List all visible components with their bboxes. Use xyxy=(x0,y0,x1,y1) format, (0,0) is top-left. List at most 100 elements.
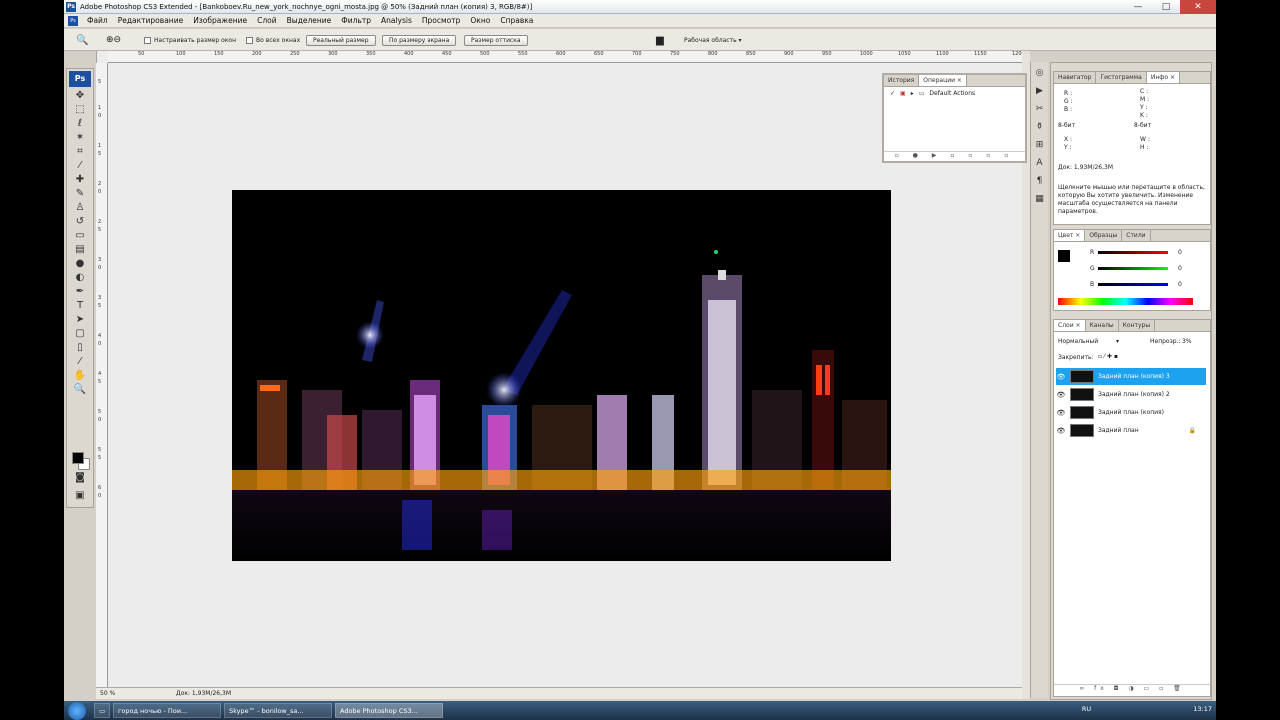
eyedropper-tool-icon[interactable]: ⁄ xyxy=(71,355,89,369)
menu-filter[interactable]: Фильтр xyxy=(336,16,376,25)
minimize-button[interactable]: — xyxy=(1124,0,1152,14)
slice-tool-icon[interactable]: ⁄ xyxy=(71,159,89,173)
foreground-color-swatch[interactable] xyxy=(72,452,84,464)
tab-histogram[interactable]: Гистограмма xyxy=(1096,72,1147,83)
marquee-tool-icon[interactable]: ⬚ xyxy=(71,103,89,117)
color-b-value[interactable]: 0 xyxy=(1178,281,1182,288)
quick-mask-icon[interactable]: ◙ xyxy=(71,471,89,485)
menu-image[interactable]: Изображение xyxy=(188,16,252,25)
layer-name[interactable]: Задний план (копия) 2 xyxy=(1098,391,1170,398)
stamp-tool-icon[interactable]: ♙ xyxy=(71,201,89,215)
print-size-button[interactable]: Размер оттиска xyxy=(464,34,528,46)
tab-paths[interactable]: Контуры xyxy=(1119,320,1156,331)
tab-styles[interactable]: Стили xyxy=(1122,230,1151,241)
taskbar-skype[interactable]: Skype™ - bonilow_sa... xyxy=(224,703,332,718)
menu-layer[interactable]: Слой xyxy=(252,16,282,25)
eye-icon[interactable]: 👁 xyxy=(1056,409,1066,417)
menu-help[interactable]: Справка xyxy=(495,16,538,25)
all-windows-checkbox[interactable] xyxy=(246,36,253,44)
tab-color[interactable]: Цвет × xyxy=(1054,230,1086,241)
tab-info[interactable]: Инфо × xyxy=(1146,72,1180,83)
app-menu-icon[interactable]: Ps xyxy=(68,15,78,26)
magic-wand-tool-icon[interactable]: ✶ xyxy=(71,131,89,145)
maximize-button[interactable]: □ xyxy=(1152,0,1180,14)
layer-name[interactable]: Задний план (копия) xyxy=(1098,409,1164,416)
opacity-value[interactable]: 3% xyxy=(1182,338,1192,345)
color-g-slider[interactable] xyxy=(1098,267,1168,270)
layer-row[interactable]: 👁 Задний план (копия) 2 xyxy=(1056,386,1206,403)
layer-comps-panel-icon[interactable]: ▦ xyxy=(1033,192,1047,206)
gradient-tool-icon[interactable]: ▤ xyxy=(71,243,89,257)
menu-analysis[interactable]: Analysis xyxy=(376,16,417,25)
layer-name[interactable]: Задний план xyxy=(1098,427,1139,434)
close-button[interactable]: ✕ xyxy=(1180,0,1216,14)
menu-file[interactable]: Файл xyxy=(82,16,113,25)
language-indicator[interactable]: RU xyxy=(1082,705,1091,713)
tab-layers[interactable]: Слои × xyxy=(1054,320,1086,331)
zoom-tool-icon[interactable]: 🔍 xyxy=(76,34,88,46)
eye-icon[interactable]: 👁 xyxy=(1056,373,1066,381)
dodge-tool-icon[interactable]: ◐ xyxy=(71,271,89,285)
menu-view[interactable]: Просмотр xyxy=(417,16,466,25)
brush-tool-icon[interactable]: ✎ xyxy=(71,187,89,201)
layers-toolbar[interactable]: ∞ fx ◘ ◑ ▭ ▫ 🗑 xyxy=(1054,684,1210,696)
show-desktop-icon[interactable]: ▭ xyxy=(94,703,110,718)
tab-history[interactable]: История xyxy=(884,75,920,86)
workspace-dropdown[interactable]: Рабочая область ▾ xyxy=(684,37,742,44)
history-brush-tool-icon[interactable]: ↺ xyxy=(71,215,89,229)
actions-set-name[interactable]: Default Actions xyxy=(929,90,975,97)
history-panel-icon[interactable]: ▶ xyxy=(1033,84,1047,98)
color-spectrum[interactable] xyxy=(1058,298,1193,305)
tab-swatches[interactable]: Образцы xyxy=(1085,230,1123,241)
start-button[interactable] xyxy=(68,701,86,720)
blend-mode-arrow-icon[interactable]: ▾ xyxy=(1116,338,1119,345)
lock-options-icon[interactable]: ▫ ⁄ ✚ ▪ xyxy=(1098,353,1118,360)
menu-window[interactable]: Окно xyxy=(465,16,495,25)
fg-color-chip[interactable] xyxy=(1058,250,1070,262)
path-select-tool-icon[interactable]: ➤ xyxy=(71,313,89,327)
dialog-toggle-icon[interactable]: ▣ xyxy=(900,90,906,97)
crop-tool-icon[interactable]: ⌗ xyxy=(71,145,89,159)
expand-icon[interactable]: ▸ xyxy=(911,90,914,97)
shape-tool-icon[interactable]: ▢ xyxy=(71,327,89,341)
eye-icon[interactable]: 👁 xyxy=(1056,427,1066,435)
tab-navigator[interactable]: Навигатор xyxy=(1054,72,1097,83)
layer-row[interactable]: 👁 Задний план 🔒 xyxy=(1056,422,1206,439)
zoom-level[interactable]: 50 % xyxy=(100,690,115,697)
check-icon[interactable]: ✓ xyxy=(890,90,895,97)
layer-name[interactable]: Задний план (копия) 3 xyxy=(1098,373,1170,380)
layer-row[interactable]: 👁 Задний план (копия) 3 xyxy=(1056,368,1206,385)
lasso-tool-icon[interactable]: ℓ xyxy=(71,117,89,131)
doc-size[interactable]: Док: 1,93М/26,3М xyxy=(176,690,231,697)
image-canvas[interactable] xyxy=(232,190,891,561)
healing-tool-icon[interactable]: ✚ xyxy=(71,173,89,187)
navigator-panel-icon[interactable]: ◎ xyxy=(1033,66,1047,80)
clone-source-panel-icon[interactable]: ⚱ xyxy=(1033,120,1047,134)
layer-row[interactable]: 👁 Задний план (копия) xyxy=(1056,404,1206,421)
blur-tool-icon[interactable]: ● xyxy=(71,257,89,271)
menu-edit[interactable]: Редактирование xyxy=(113,16,188,25)
tab-actions[interactable]: Операции × xyxy=(919,75,967,86)
eye-icon[interactable]: 👁 xyxy=(1056,391,1066,399)
eraser-tool-icon[interactable]: ▭ xyxy=(71,229,89,243)
clock[interactable]: 13:17 xyxy=(1193,705,1212,713)
tool-presets-panel-icon[interactable]: ⊞ xyxy=(1033,138,1047,152)
pen-tool-icon[interactable]: ✒ xyxy=(71,285,89,299)
type-tool-icon[interactable]: T xyxy=(71,299,89,313)
menu-select[interactable]: Выделение xyxy=(282,16,337,25)
taskbar-photoshop[interactable]: Adobe Photoshop CS3... xyxy=(335,703,443,718)
color-r-slider[interactable] xyxy=(1098,251,1168,254)
blend-mode-select[interactable]: Нормальный xyxy=(1058,338,1098,345)
character-panel-icon[interactable]: A xyxy=(1033,156,1047,170)
screen-mode-icon[interactable]: ▣ xyxy=(71,489,89,503)
color-r-value[interactable]: 0 xyxy=(1178,249,1182,256)
color-b-slider[interactable] xyxy=(1098,283,1168,286)
zoom-in-out-icon[interactable]: ⊕⊖ xyxy=(106,34,121,46)
move-tool-icon[interactable]: ✥ xyxy=(71,89,89,103)
zoom-tool-panel-icon[interactable]: 🔍 xyxy=(71,383,89,397)
fit-screen-button[interactable]: По размеру экрана xyxy=(382,34,457,46)
taskbar-browser[interactable]: город ночью - Пои... xyxy=(113,703,221,718)
paragraph-panel-icon[interactable]: ¶ xyxy=(1033,174,1047,188)
actions-toolbar[interactable]: ▫ ● ▶ ▫ ▫ ▫ ▫ xyxy=(884,151,1025,161)
actual-pixels-button[interactable]: Реальный размер xyxy=(306,34,376,46)
